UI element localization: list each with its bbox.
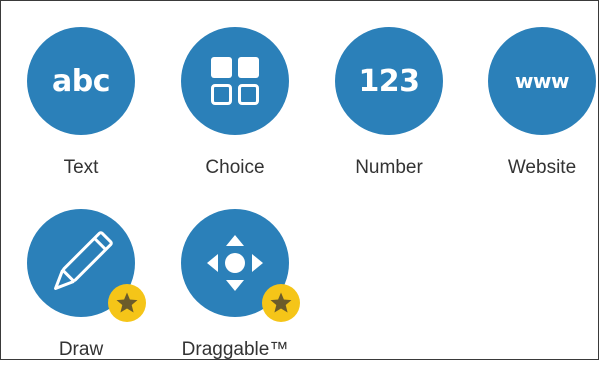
question-type-label: Draggable™ xyxy=(181,339,289,360)
choice-type-button[interactable] xyxy=(181,27,289,135)
question-type-text-tile[interactable]: abc Text xyxy=(27,27,147,207)
www-icon: www xyxy=(515,69,569,93)
question-type-label: Text xyxy=(63,157,99,178)
number-icon: 123 xyxy=(358,63,420,99)
question-type-picker: abc Text Choice 123 Number www Website D… xyxy=(0,0,599,360)
grid-icon xyxy=(211,57,259,105)
question-type-draggable-tile[interactable]: Draggable™ xyxy=(181,209,301,389)
star-icon xyxy=(108,284,146,322)
question-type-choice-tile[interactable]: Choice xyxy=(181,27,301,207)
question-type-label: Website xyxy=(507,157,577,178)
question-type-label: Draw xyxy=(58,339,104,360)
question-type-draw-tile[interactable]: Draw xyxy=(27,209,147,389)
question-type-label: Choice xyxy=(205,157,265,178)
number-type-button[interactable]: 123 xyxy=(335,27,443,135)
question-type-label: Number xyxy=(355,157,423,178)
text-type-button[interactable]: abc xyxy=(27,27,135,135)
premium-star-badge xyxy=(261,283,301,323)
question-type-website-tile[interactable]: www Website xyxy=(488,27,599,207)
website-type-button[interactable]: www xyxy=(488,27,596,135)
question-type-number-tile[interactable]: 123 Number xyxy=(335,27,455,207)
premium-star-badge xyxy=(107,283,147,323)
star-icon xyxy=(262,284,300,322)
abc-icon: abc xyxy=(51,63,111,99)
